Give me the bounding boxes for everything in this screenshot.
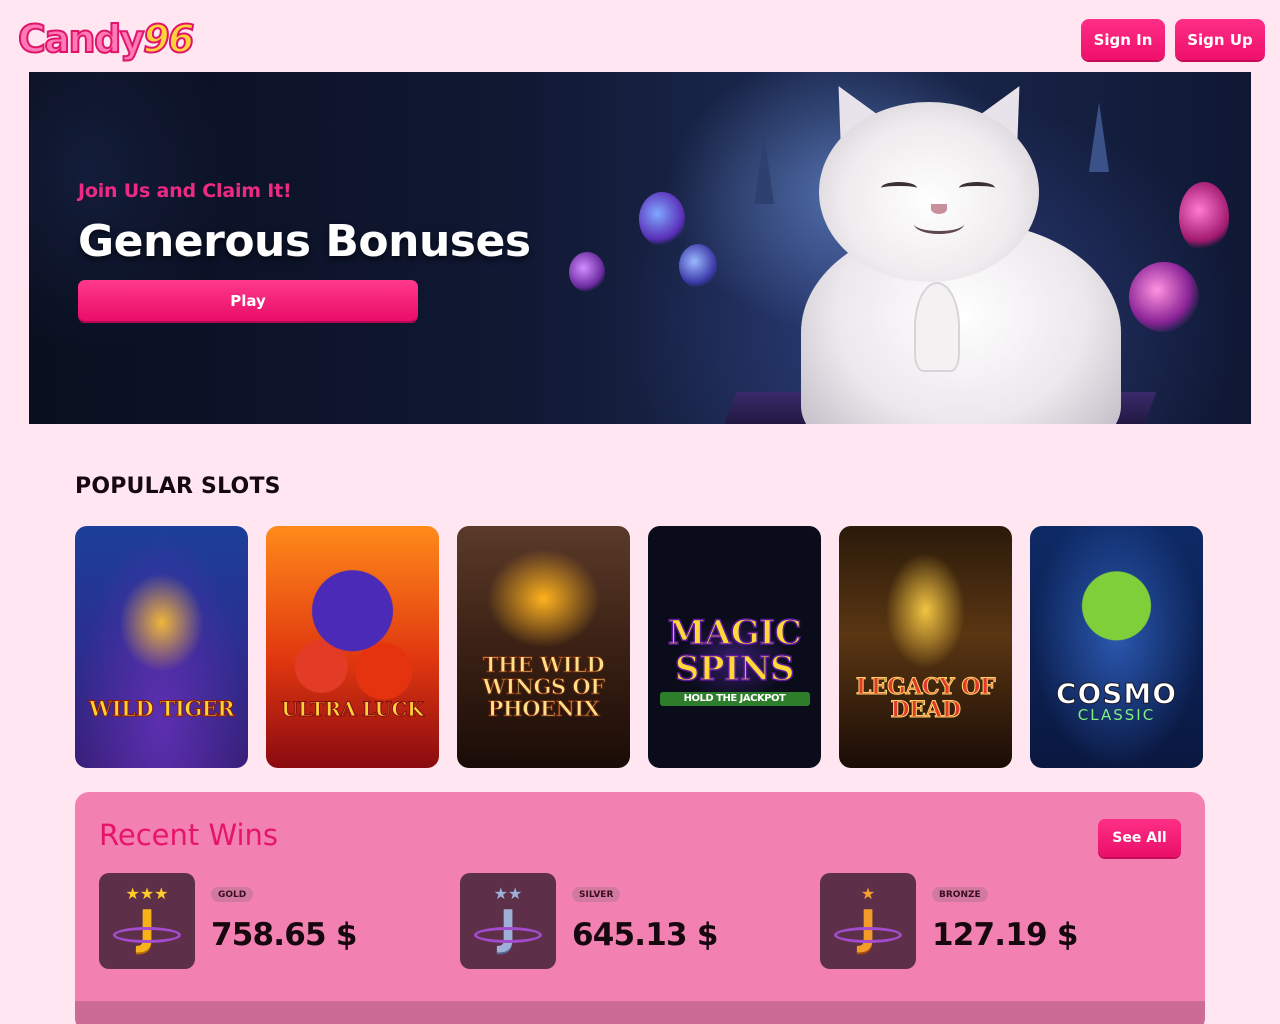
site-header: Candy96 Sign In Sign Up (0, 0, 1280, 72)
slot-title-block: COSMO CLASSIC (1055, 676, 1178, 725)
glowing-lantern (569, 252, 605, 292)
slot-card-wild-wings-of-phoenix[interactable]: THE WILD WINGS OF PHOENIX (457, 526, 630, 768)
slot-title: LEGACY OF DEAD (855, 673, 996, 723)
jackpot-badge-bronze: ★ J (820, 873, 916, 969)
hero-banner: Join Us and Claim It! Generous Bonuses P… (29, 72, 1251, 424)
glowing-lantern (679, 244, 717, 288)
recent-wins-title: Recent Wins (99, 818, 279, 852)
slot-title: COSMO (1055, 676, 1178, 710)
slot-card-magic-spins[interactable]: MAGIC SPINS HOLD THE JACKPOT (648, 526, 821, 768)
win-amount: 758.65 $ (211, 917, 357, 953)
slot-title: ULTRA LUCK (281, 697, 425, 721)
jackpot-badge-gold: ★★★ J (99, 873, 195, 969)
cat-paws (914, 282, 960, 372)
slot-tagline: CLASSIC (1077, 706, 1156, 725)
hero-play-button[interactable]: Play (78, 280, 418, 321)
slot-card-wild-tiger[interactable]: WILD TIGER (75, 526, 248, 768)
logo-word: Candy (17, 16, 146, 62)
hero-kicker: Join Us and Claim It! (78, 180, 292, 202)
tier-badge: GOLD (211, 887, 254, 902)
logo-number: 96 (142, 16, 195, 62)
see-all-button[interactable]: See All (1098, 819, 1181, 857)
slot-card-ultra-luck[interactable]: ULTRA LUCK (266, 526, 439, 768)
cat-nose (931, 204, 947, 214)
recent-wins-list-band (75, 1001, 1205, 1024)
slot-title-block: MAGIC SPINS HOLD THE JACKPOT (659, 613, 810, 706)
sign-in-button[interactable]: Sign In (1081, 19, 1165, 60)
jackpot-badge-silver: ★★ J (460, 873, 556, 969)
castle-spire (1089, 102, 1109, 172)
pink-crystal (1179, 182, 1229, 252)
slot-title: MAGIC SPINS (667, 613, 803, 689)
win-amount: 127.19 $ (932, 917, 1078, 953)
win-amount: 645.13 $ (572, 917, 718, 953)
popular-slots-grid: WILD TIGER ULTRA LUCK THE WILD WINGS OF … (75, 526, 1205, 768)
popular-slots-title: POPULAR SLOTS (75, 474, 281, 499)
star-icons: ★ (860, 884, 876, 903)
win-card-silver: ★★ J SILVER 645.13 $ (460, 873, 800, 969)
slot-card-legacy-of-dead[interactable]: LEGACY OF DEAD (839, 526, 1012, 768)
candy96-logo[interactable]: Candy96 (17, 14, 195, 64)
recent-wins-panel: Recent Wins See All ★★★ J GOLD 758.65 $ … (75, 792, 1205, 1024)
cat-eye (959, 182, 995, 194)
tier-badge: SILVER (572, 887, 621, 902)
star-icons: ★★ (493, 884, 523, 903)
orbit-ring-icon (834, 927, 902, 943)
pink-crystal (1129, 262, 1199, 332)
orbit-ring-icon (113, 927, 181, 943)
cat-mouth (914, 214, 964, 234)
star-icons: ★★★ (125, 884, 169, 903)
win-card-gold: ★★★ J GOLD 758.65 $ (99, 873, 439, 969)
tier-badge: BRONZE (932, 887, 988, 902)
glowing-lantern (639, 192, 685, 246)
slot-title: THE WILD WINGS OF PHOENIX (482, 651, 606, 721)
cat-mascot-head (819, 102, 1039, 282)
hero-title: Generous Bonuses (78, 216, 531, 267)
slot-title: WILD TIGER (88, 695, 235, 721)
cat-eye (881, 182, 917, 194)
slot-card-cosmo-classic[interactable]: COSMO CLASSIC (1030, 526, 1203, 768)
slot-tagline: HOLD THE JACKPOT (659, 691, 810, 706)
sign-up-button[interactable]: Sign Up (1175, 19, 1265, 60)
castle-spire (754, 134, 774, 204)
orbit-ring-icon (474, 927, 542, 943)
win-card-bronze: ★ J BRONZE 127.19 $ (820, 873, 1160, 969)
